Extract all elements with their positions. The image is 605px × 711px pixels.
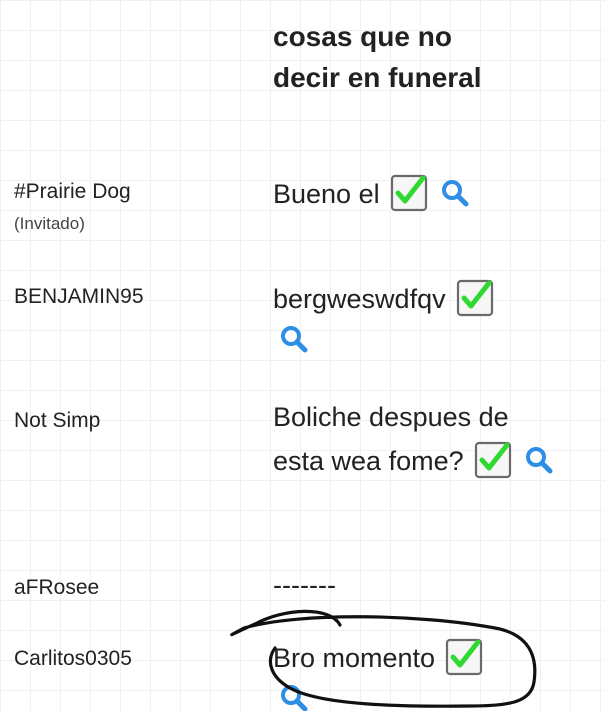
check-icon[interactable] <box>456 279 494 317</box>
check-icon[interactable] <box>474 441 512 479</box>
answer-row: ------- <box>273 563 573 607</box>
answer-row: bergweswdfqv <box>273 277 573 357</box>
guest-label: (Invitado) <box>14 214 85 233</box>
answer-text: Bro momento <box>273 643 436 673</box>
page-title: cosas que no decir en funeral <box>273 21 482 93</box>
search-icon[interactable] <box>279 324 309 354</box>
player-name-label: BENJAMIN95 <box>14 285 144 308</box>
answer-text: bergweswdfqv <box>273 284 446 314</box>
search-icon[interactable] <box>279 683 309 711</box>
player-name: Not Simp <box>14 409 100 433</box>
player-name: aFRosee <box>14 576 99 600</box>
answer-row: Bueno el <box>273 172 573 216</box>
player-name-label: #Prairie Dog <box>14 180 131 203</box>
answer-text: ------- <box>273 570 336 600</box>
check-icon[interactable] <box>445 638 483 676</box>
check-icon[interactable] <box>390 174 428 212</box>
answer-row: Bro momento <box>273 636 573 711</box>
answers-board: cosas que no decir en funeral #Prairie D… <box>0 0 605 711</box>
player-name-label: Not Simp <box>14 409 101 432</box>
player-name: BENJAMIN95 <box>14 285 144 309</box>
player-name-label: Carlitos0305 <box>14 647 132 670</box>
answer-text: Bueno el <box>273 179 380 209</box>
player-name: #Prairie Dog (Invitado) <box>14 180 131 234</box>
search-icon[interactable] <box>524 445 554 475</box>
search-icon[interactable] <box>440 178 470 208</box>
player-name-label: aFRosee <box>14 576 100 599</box>
answer-row: Boliche despues de esta wea fome? <box>273 395 558 483</box>
player-name: Carlitos0305 <box>14 647 132 671</box>
